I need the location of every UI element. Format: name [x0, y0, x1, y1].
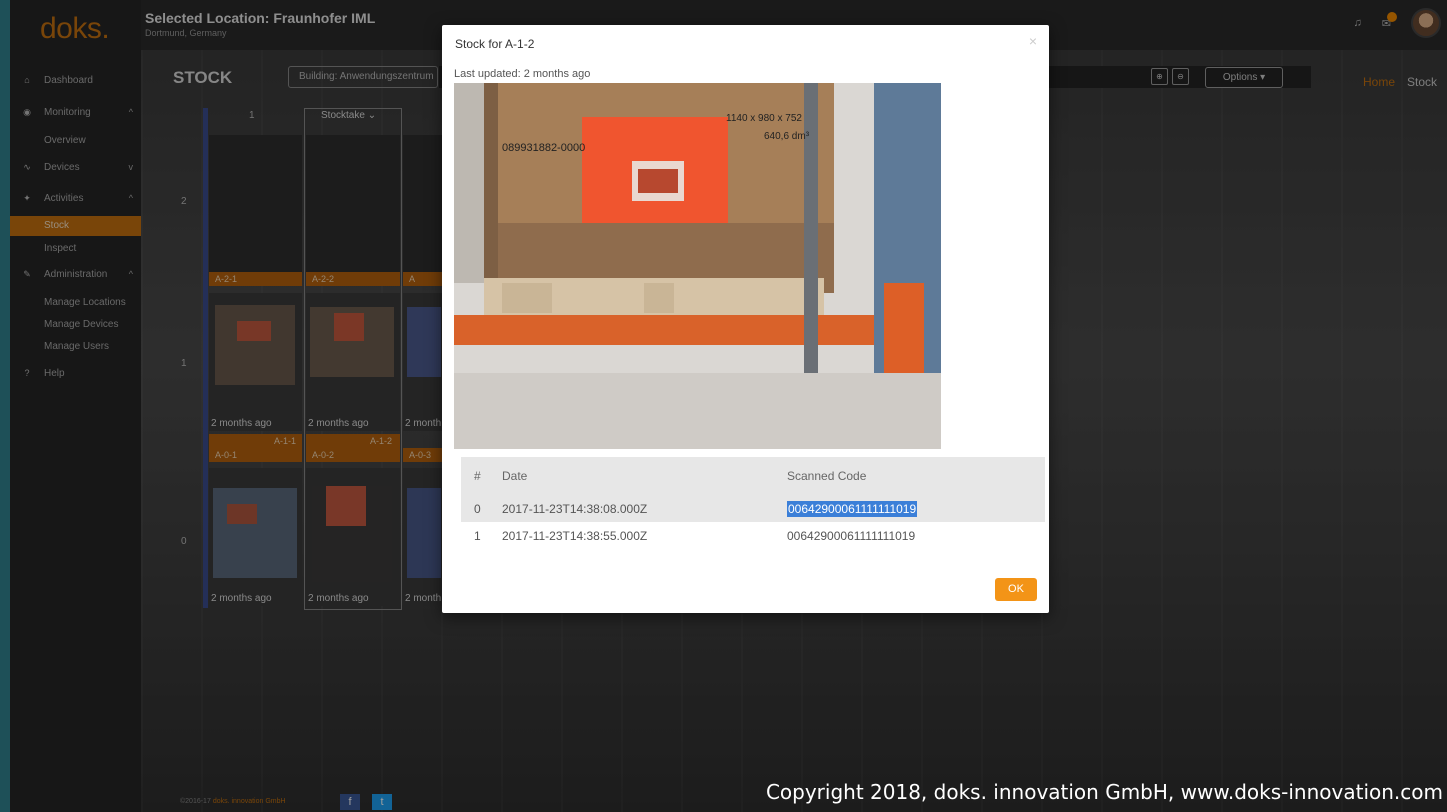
row-code[interactable]: 00642900061111111019	[787, 529, 915, 543]
row-code-selected[interactable]: 00642900061111111019	[787, 500, 918, 517]
close-icon[interactable]: ×	[1029, 33, 1037, 49]
table-row[interactable]: 0 2017-11-23T14:38:08.000Z 0064290006111…	[461, 495, 1045, 522]
photo-label-volume: 640,6 dm³	[764, 131, 810, 142]
stock-photo: 089931882-0000 1140 x 980 x 752 640,6 dm…	[454, 83, 941, 449]
column-header: Date	[502, 469, 528, 483]
stock-photo-drawing: 089931882-0000 1140 x 980 x 752 640,6 dm…	[454, 83, 941, 449]
column-header: #	[474, 469, 481, 483]
row-date: 2017-11-23T14:38:08.000Z	[502, 501, 648, 516]
scan-table: # Date Scanned Code 0 2017-11-23T14:38:0…	[461, 457, 1045, 549]
last-updated: Last updated: 2 months ago	[454, 68, 591, 80]
row-date: 2017-11-23T14:38:55.000Z	[502, 528, 648, 543]
row-index: 1	[474, 528, 481, 543]
row-index: 0	[474, 501, 481, 516]
table-header: # Date Scanned Code	[461, 457, 1045, 495]
photo-label-dims: 1140 x 980 x 752	[726, 113, 802, 124]
stock-modal: Stock for A-1-2 × Last updated: 2 months…	[442, 25, 1049, 613]
app-frame: doks. ⌂ Dashboard ◉ Monitoring ^ Overvie…	[10, 0, 1447, 812]
modal-title: Stock for A-1-2	[455, 37, 535, 51]
table-row[interactable]: 1 2017-11-23T14:38:55.000Z 0064290006111…	[461, 522, 1045, 549]
photo-label-code: 089931882-0000	[502, 142, 585, 154]
ok-button[interactable]: OK	[995, 578, 1037, 601]
column-header: Scanned Code	[787, 469, 867, 483]
copyright-watermark: Copyright 2018, doks. innovation GmbH, w…	[765, 780, 1443, 804]
